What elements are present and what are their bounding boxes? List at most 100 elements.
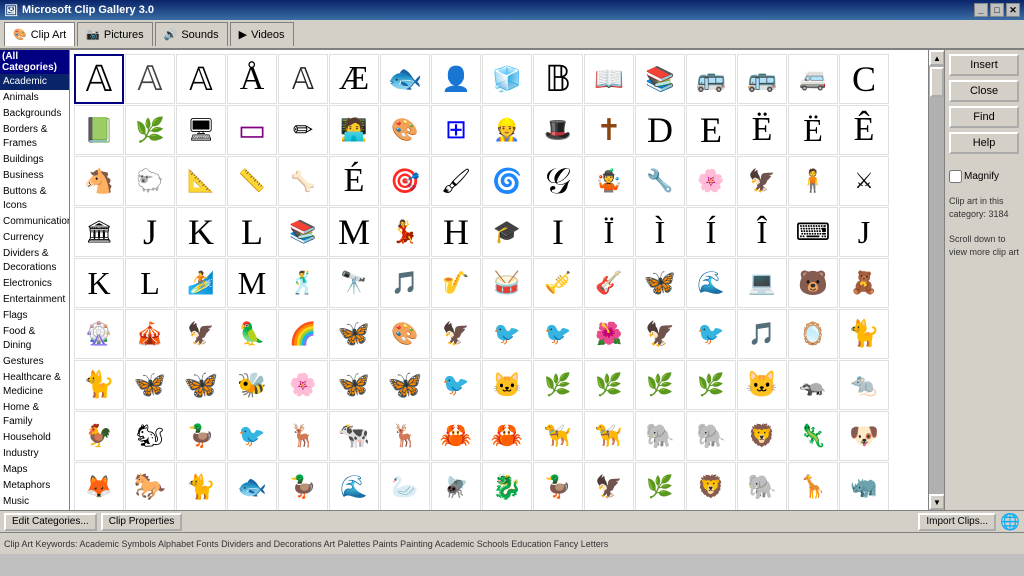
clip-cell[interactable]: 🐘: [737, 462, 787, 510]
clip-cell[interactable]: Ë: [788, 105, 838, 155]
minimize-button[interactable]: _: [974, 3, 988, 17]
clip-cell[interactable]: 🦁: [686, 462, 736, 510]
clip-cell[interactable]: 📖: [584, 54, 634, 104]
clip-cell[interactable]: 🐉: [482, 462, 532, 510]
tab-pictures[interactable]: 📷 Pictures: [77, 22, 152, 46]
clip-cell[interactable]: 🖌: [431, 156, 481, 206]
clip-cell[interactable]: 🐝: [227, 360, 277, 410]
clip-cell[interactable]: 🦮: [533, 411, 583, 461]
clip-cell[interactable]: 🐴: [74, 156, 124, 206]
clip-cell[interactable]: 🦌: [278, 411, 328, 461]
clip-cell[interactable]: 🦋: [329, 360, 379, 410]
clip-cell[interactable]: 🐦: [686, 309, 736, 359]
clip-cell[interactable]: Í: [686, 207, 736, 257]
clip-cell[interactable]: 🦀: [482, 411, 532, 461]
clip-cell[interactable]: 🌿: [125, 105, 175, 155]
clip-cell[interactable]: 🐘: [686, 411, 736, 461]
clip-cell[interactable]: 🔭: [329, 258, 379, 308]
scroll-up-button[interactable]: ▲: [929, 50, 945, 66]
clip-cell[interactable]: 🎪: [125, 309, 175, 359]
clip-cell[interactable]: 🦡: [788, 360, 838, 410]
sidebar-item-music[interactable]: Music: [0, 494, 69, 510]
clip-cell[interactable]: ▭: [227, 105, 277, 155]
clip-cell[interactable]: 🦅: [431, 309, 481, 359]
clip-cell[interactable]: Ë: [737, 105, 787, 155]
clip-cell[interactable]: 🐦: [431, 360, 481, 410]
clip-cell[interactable]: 🐱: [482, 360, 532, 410]
clip-cell[interactable]: 🧸: [839, 258, 889, 308]
clip-cell[interactable]: 🐶: [839, 411, 889, 461]
clip-cell[interactable]: 🎡: [74, 309, 124, 359]
sidebar-item-animals[interactable]: Animals: [0, 90, 69, 106]
clip-cell[interactable]: 🌿: [635, 360, 685, 410]
import-clips-button[interactable]: Import Clips...: [918, 513, 996, 531]
clip-cell[interactable]: L: [125, 258, 175, 308]
clip-cell[interactable]: 🚐: [788, 54, 838, 104]
clip-cell[interactable]: 🌿: [686, 360, 736, 410]
clip-cell[interactable]: 🌀: [482, 156, 532, 206]
clip-cell[interactable]: 𝔸: [125, 54, 175, 104]
clip-cell[interactable]: 🌺: [584, 309, 634, 359]
clip-cell[interactable]: 🎨: [380, 105, 430, 155]
clip-cell[interactable]: 🦒: [788, 462, 838, 510]
sidebar-item-borders---frames[interactable]: Borders & Frames: [0, 122, 69, 152]
sidebar-item-business[interactable]: Business: [0, 168, 69, 184]
clip-cell[interactable]: K: [176, 207, 226, 257]
clip-cell[interactable]: 🎩: [533, 105, 583, 155]
clip-cell[interactable]: 𝔸: [278, 54, 328, 104]
clip-cell[interactable]: 🪰: [431, 462, 481, 510]
clip-cell[interactable]: 🌿: [533, 360, 583, 410]
sidebar-item-home---family[interactable]: Home & Family: [0, 400, 69, 430]
clip-cell[interactable]: 🥁: [482, 258, 532, 308]
clip-cell[interactable]: Ì: [635, 207, 685, 257]
clip-cell[interactable]: I: [533, 207, 583, 257]
find-button[interactable]: Find: [949, 106, 1019, 128]
clip-cell[interactable]: 🌿: [635, 462, 685, 510]
sidebar-item-currency[interactable]: Currency: [0, 230, 69, 246]
sidebar-item-buildings[interactable]: Buildings: [0, 152, 69, 168]
clip-cell[interactable]: 💃: [380, 207, 430, 257]
sidebar-item-backgrounds[interactable]: Backgrounds: [0, 106, 69, 122]
clip-cell[interactable]: 🐀: [839, 360, 889, 410]
clip-cell[interactable]: 🐟: [380, 54, 430, 104]
scroll-track[interactable]: [929, 66, 944, 494]
clip-cell[interactable]: 🕺: [278, 258, 328, 308]
clip-cell[interactable]: 𝔹: [533, 54, 583, 104]
clip-cell[interactable]: J: [125, 207, 175, 257]
clip-cell[interactable]: 🦅: [737, 156, 787, 206]
clip-cell[interactable]: M: [227, 258, 277, 308]
insert-button[interactable]: Insert: [949, 54, 1019, 76]
sidebar-item-metaphors[interactable]: Metaphors: [0, 478, 69, 494]
sidebar-item-academic[interactable]: Academic: [0, 74, 69, 90]
clip-cell[interactable]: H: [431, 207, 481, 257]
close-button[interactable]: Close: [949, 80, 1019, 102]
clip-cell[interactable]: 🌈: [278, 309, 328, 359]
sidebar-item-household[interactable]: Household: [0, 430, 69, 446]
clip-cell[interactable]: 🦅: [584, 462, 634, 510]
clip-cell[interactable]: 🏛: [74, 207, 124, 257]
clip-cell[interactable]: 🐘: [635, 411, 685, 461]
clip-cell[interactable]: 𝒢: [533, 156, 583, 206]
sidebar-item-food---dining[interactable]: Food & Dining: [0, 324, 69, 354]
clip-cell[interactable]: 🚌: [737, 54, 787, 104]
clip-cell[interactable]: 🖥: [176, 105, 226, 155]
sidebar-item-gestures[interactable]: Gestures: [0, 354, 69, 370]
clip-cell[interactable]: 🌿: [584, 360, 634, 410]
close-button[interactable]: ✕: [1006, 3, 1020, 17]
sidebar-item-entertainment[interactable]: Entertainment: [0, 292, 69, 308]
sidebar-item-electronics[interactable]: Electronics: [0, 276, 69, 292]
clip-cell[interactable]: 𝔸: [176, 54, 226, 104]
clip-cell[interactable]: 🧑‍💻: [329, 105, 379, 155]
clip-cell[interactable]: ⊞: [431, 105, 481, 155]
clip-cell[interactable]: 📐: [176, 156, 226, 206]
clip-cell[interactable]: 🌊: [329, 462, 379, 510]
sidebar-item-communication[interactable]: Communication: [0, 214, 69, 230]
clip-cell[interactable]: 🧍: [788, 156, 838, 206]
sidebar-item-flags[interactable]: Flags: [0, 308, 69, 324]
clip-cell[interactable]: Å: [227, 54, 277, 104]
clip-cell[interactable]: 🪞: [788, 309, 838, 359]
clip-cell[interactable]: Î: [737, 207, 787, 257]
clip-cell[interactable]: 🐦: [533, 309, 583, 359]
clip-cell[interactable]: 🐈: [74, 360, 124, 410]
tab-videos[interactable]: ▶ Videos: [230, 22, 294, 46]
